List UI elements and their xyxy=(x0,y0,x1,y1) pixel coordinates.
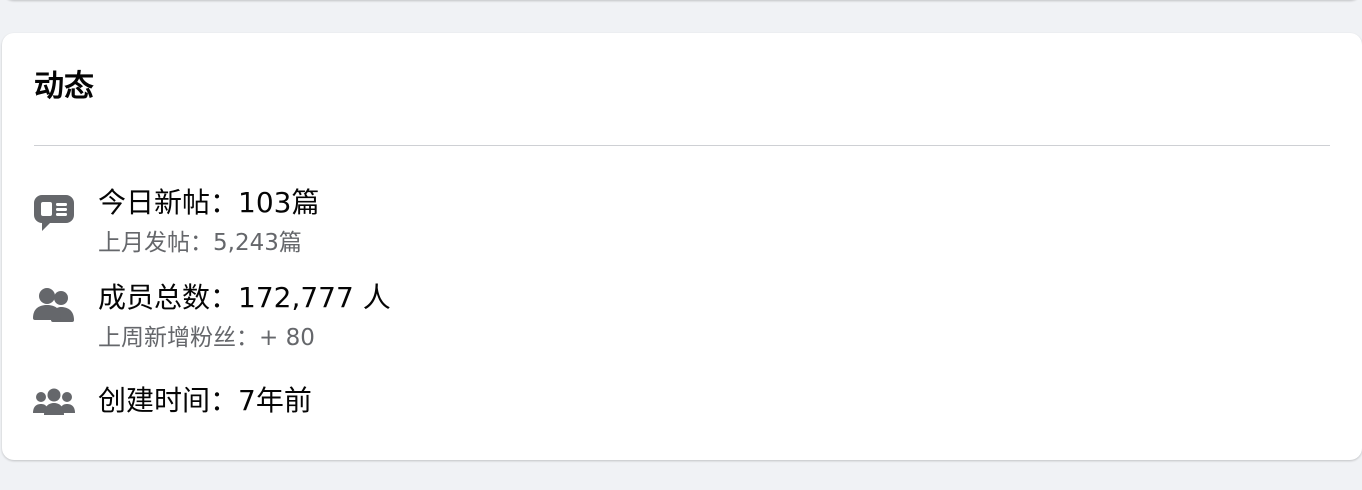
group-icon xyxy=(32,383,76,427)
activity-card: 动态 今日新帖：103篇 上月发帖：5,243篇 成员总数：172,777 人 … xyxy=(2,33,1362,460)
posts-last-month: 上月发帖：5,243篇 xyxy=(98,230,302,256)
members-icon xyxy=(32,286,76,330)
total-members: 成员总数：172,777 人 xyxy=(98,281,391,314)
new-followers-last-week: 上周新增粉丝：+ 80 xyxy=(98,325,315,351)
activity-title: 动态 xyxy=(34,69,94,104)
chat-bubble-icon xyxy=(32,191,76,235)
created-time: 创建时间：7年前 xyxy=(98,384,312,417)
activity-divider xyxy=(34,145,1330,146)
new-posts-today: 今日新帖：103篇 xyxy=(98,186,320,219)
